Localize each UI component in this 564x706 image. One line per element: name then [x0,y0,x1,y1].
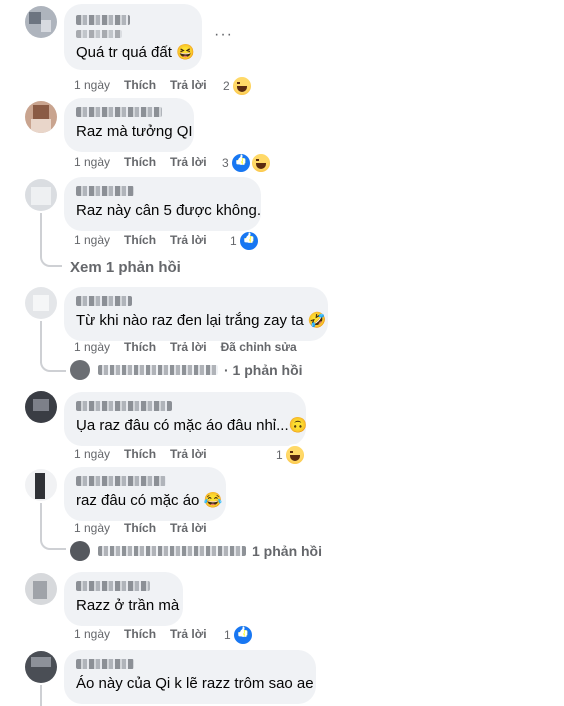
like-button[interactable]: Thích [124,78,156,92]
reply-preview[interactable]: 1 phản hồi [70,541,322,561]
view-replies-link[interactable]: Xem 1 phản hồi [70,259,181,276]
comment-text: Raz này cân 5 được không. [76,202,261,219]
reply-count[interactable]: 1 phản hồi [252,543,322,559]
comment-bubble: Từ khi nào raz đen lại trắng zay ta 🤣 [64,287,328,341]
author-name[interactable] [76,107,162,117]
comment-text: Quá tr quá đất 😆 [76,44,195,61]
avatar[interactable] [25,179,57,211]
author-name [76,30,122,38]
reply-count[interactable]: · 1 phản hồi [224,362,303,378]
thread-line [40,685,42,706]
like-button[interactable]: Thích [124,155,156,169]
like-reaction-icon [237,230,260,252]
avatar[interactable] [25,391,57,423]
reply-button[interactable]: Trả lời [170,340,207,354]
reply-button[interactable]: Trả lời [170,155,207,169]
reply-button[interactable]: Trả lời [170,447,207,461]
thread-line [40,213,42,255]
edited-label: Đã chỉnh sửa [220,340,297,354]
comment-actions: 1 ngày Thích Trả lời [74,232,221,248]
reaction-summary[interactable]: 1 [224,624,254,646]
like-button[interactable]: Thích [124,447,156,461]
avatar[interactable] [25,101,57,133]
reaction-count: 3 [222,156,229,170]
reply-button[interactable]: Trả lời [170,78,207,92]
reaction-summary[interactable]: 1 [276,444,306,466]
author-name[interactable] [76,476,166,486]
timestamp[interactable]: 1 ngày [74,340,110,354]
comment-actions: 1 ngày Thích Trả lời [74,77,221,93]
author-name[interactable] [76,581,150,591]
author-name[interactable] [76,659,134,669]
comment-bubble: Raz này cân 5 được không. [64,177,261,231]
reaction-summary[interactable]: 1 [230,230,260,252]
timestamp[interactable]: 1 ngày [74,521,110,535]
author-name[interactable] [76,186,134,196]
comment-actions: 1 ngày Thích Trả lời [74,446,221,462]
thread-curve [40,538,66,550]
replier-name [98,546,246,556]
comment-text: Từ khi nào raz đen lại trắng zay ta 🤣 [76,312,327,329]
like-reaction-icon [229,152,252,174]
comment-text: Áo này của Qi k lẽ razz trôm sao ae [76,675,314,692]
thread-curve [40,253,62,267]
reaction-summary[interactable]: 3 [222,152,272,174]
timestamp[interactable]: 1 ngày [74,627,110,641]
reply-preview[interactable]: · 1 phản hồi [70,360,303,380]
avatar[interactable] [25,573,57,605]
like-button[interactable]: Thích [124,627,156,641]
comment-actions: 1 ngày Thích Trả lời Đã chỉnh sửa [74,339,311,355]
timestamp[interactable]: 1 ngày [74,78,110,92]
timestamp[interactable]: 1 ngày [74,155,110,169]
reply-button[interactable]: Trả lời [170,627,207,641]
comment-bubble: raz đâu có mặc áo 😂 [64,467,226,521]
thread-curve [40,360,66,372]
comment-text: Raz mà tưởng QI [76,123,193,140]
comment-text: raz đâu có mặc áo 😂 [76,492,223,509]
thread-line [40,503,42,540]
reaction-count: 1 [230,234,237,248]
like-reaction-icon [231,624,254,646]
more-options-icon[interactable]: ··· [214,26,233,44]
author-name[interactable] [76,15,130,25]
comment-bubble: Áo này của Qi k lẽ razz trôm sao ae [64,650,316,704]
reaction-count: 2 [223,79,230,93]
comment-bubble: Ụa raz đâu có mặc áo đâu nhỉ...🙃 [64,392,308,446]
comment-actions: 1 ngày Thích Trả lời [74,154,221,170]
avatar [70,360,90,380]
thread-line [40,321,42,363]
comment-text: Ụa raz đâu có mặc áo đâu nhỉ...🙃 [76,417,308,434]
avatar[interactable] [25,287,57,319]
comment-bubble: Quá tr quá đất 😆 [64,4,202,70]
author-name[interactable] [76,296,132,306]
reaction-count: 1 [224,628,231,642]
author-name[interactable] [76,401,172,411]
haha-reaction-icon [249,152,272,174]
avatar[interactable] [25,6,57,38]
reply-button[interactable]: Trả lời [170,233,207,247]
comment-actions: 1 ngày Thích Trả lời [74,626,221,642]
reaction-summary[interactable]: 2 [223,75,253,97]
haha-reaction-icon [230,75,253,97]
like-button[interactable]: Thích [124,340,156,354]
timestamp[interactable]: 1 ngày [74,447,110,461]
comment-actions: 1 ngày Thích Trả lời [74,520,221,536]
avatar [70,541,90,561]
timestamp[interactable]: 1 ngày [74,233,110,247]
comment-bubble: Razz ở trần mà [64,572,183,626]
haha-reaction-icon [283,444,306,466]
comment-bubble: Raz mà tưởng QI [64,98,194,152]
reaction-count: 1 [276,448,283,462]
avatar[interactable] [25,651,57,683]
reply-button[interactable]: Trả lời [170,521,207,535]
replier-name [98,365,218,375]
comment-text: Razz ở trần mà [76,597,180,614]
like-button[interactable]: Thích [124,233,156,247]
avatar[interactable] [25,469,57,501]
like-button[interactable]: Thích [124,521,156,535]
